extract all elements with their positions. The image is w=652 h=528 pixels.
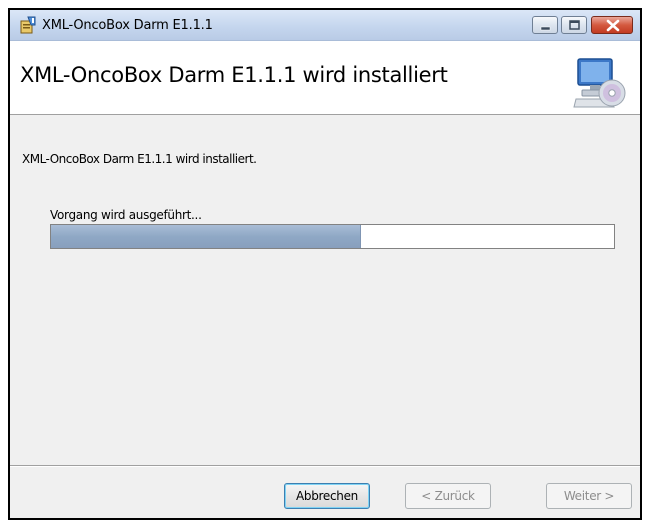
- progress-label: Vorgang wird ausgeführt...: [50, 208, 202, 222]
- window-title: XML-OncoBox Darm E1.1.1: [42, 18, 213, 33]
- page-title: XML-OncoBox Darm E1.1.1 wird installiert: [20, 63, 448, 87]
- progress-bar: [50, 224, 615, 249]
- title-bar[interactable]: XML-OncoBox Darm E1.1.1: [10, 10, 640, 41]
- next-button[interactable]: Weiter >: [546, 483, 632, 509]
- maximize-button[interactable]: [561, 16, 587, 34]
- footer-divider: [10, 465, 640, 467]
- installer-window: XML-OncoBox Darm E1.1.1 XML-OncoBox Darm…: [8, 8, 642, 520]
- cancel-button[interactable]: Abbrechen: [284, 483, 370, 509]
- back-button[interactable]: < Zurück: [405, 483, 491, 509]
- maximize-icon: [569, 20, 580, 30]
- close-button[interactable]: [591, 16, 633, 34]
- computer-cd-icon: [573, 58, 626, 108]
- status-message: XML-OncoBox Darm E1.1.1 wird installiert…: [22, 152, 257, 166]
- minimize-button[interactable]: [532, 16, 558, 34]
- installer-header: XML-OncoBox Darm E1.1.1 wird installiert: [10, 41, 640, 115]
- minimize-icon: [540, 26, 551, 31]
- installer-app-icon: [20, 16, 36, 34]
- close-icon: [606, 19, 620, 32]
- progress-fill: [51, 225, 361, 248]
